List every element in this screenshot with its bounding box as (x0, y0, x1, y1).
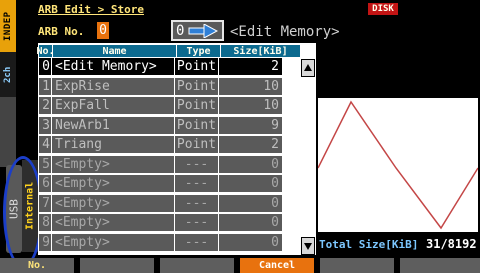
row-number: 3 (39, 116, 52, 134)
column-header-no: No. (36, 45, 55, 57)
target-slot-number: 0 (176, 22, 185, 39)
row-size: 0 (219, 194, 282, 212)
row-number: 8 (39, 214, 52, 231)
table-row[interactable]: 5 <Empty> --- 0 (39, 155, 304, 173)
row-name: ExpFall (52, 97, 175, 114)
target-slot-box: 0 (171, 20, 224, 41)
table-row[interactable]: 4 Triang Point 2 (39, 136, 304, 153)
table-row[interactable]: 7 <Empty> --- 0 (39, 194, 304, 212)
triangle-down-icon (304, 243, 312, 250)
row-size: 0 (219, 175, 282, 192)
softkey-2[interactable] (80, 258, 154, 273)
table-row[interactable]: 1 ExpRise Point 10 (39, 77, 304, 95)
row-size: 2 (219, 58, 282, 75)
row-type: Point (175, 116, 219, 134)
waveform-preview (317, 98, 479, 232)
row-name: <Empty> (52, 233, 175, 251)
softkey-3[interactable] (160, 258, 234, 273)
table-row[interactable]: 6 <Empty> --- 0 (39, 175, 304, 192)
row-number: 1 (39, 77, 52, 95)
row-name: <Empty> (52, 194, 175, 212)
triangle-up-icon (304, 64, 312, 71)
row-size: 0 (219, 155, 282, 173)
table-row[interactable]: 8 <Empty> --- 0 (39, 214, 304, 231)
row-number: 4 (39, 136, 52, 153)
row-number: 6 (39, 175, 52, 192)
arb-number-field[interactable]: 0 (97, 22, 109, 39)
row-size: 2 (219, 136, 282, 153)
triangle-waveform (317, 100, 479, 230)
table-row[interactable]: 0 <Edit Memory> Point 2 (39, 58, 304, 75)
scrollbar-thumb[interactable] (302, 78, 314, 254)
row-name: NewArb1 (52, 116, 175, 134)
tab-channel-2[interactable]: 2ch (0, 52, 16, 97)
row-name: <Edit Memory> (52, 58, 175, 75)
disk-badge: DISK (368, 3, 398, 15)
row-type: --- (175, 214, 219, 231)
breadcrumb: ARB Edit > Store (38, 3, 144, 16)
row-size: 10 (219, 77, 282, 95)
cancel-button[interactable]: Cancel (240, 258, 314, 273)
tab-indep[interactable]: INDEP (0, 0, 16, 52)
table-row[interactable]: 9 <Empty> --- 0 (39, 233, 304, 251)
total-size-label: Total Size[KiB] (319, 238, 419, 251)
row-name: <Empty> (52, 175, 175, 192)
row-type: Point (175, 58, 219, 75)
softkey-6[interactable] (400, 258, 480, 273)
row-size: 9 (219, 116, 282, 134)
row-type: Point (175, 77, 219, 95)
row-name: Triang (52, 136, 175, 153)
column-header-type: Type (177, 45, 220, 57)
softkey-1-no[interactable]: No. (0, 258, 74, 273)
arb-number-label: ARB No. (38, 25, 85, 38)
target-slot-name: <Edit Memory> (230, 24, 340, 40)
row-type: --- (175, 233, 219, 251)
row-type: --- (175, 155, 219, 173)
scroll-down-button[interactable] (301, 237, 315, 255)
row-name: <Empty> (52, 214, 175, 231)
scroll-up-button[interactable] (301, 59, 315, 77)
table-row[interactable]: 2 ExpFall Point 10 (39, 97, 304, 114)
column-header-name: Name (53, 45, 176, 57)
highlight-ring (3, 156, 43, 268)
row-name: <Empty> (52, 155, 175, 173)
row-type: --- (175, 175, 219, 192)
row-type: --- (175, 194, 219, 212)
total-size-value: 31/8192 (426, 237, 477, 251)
row-number: 0 (39, 58, 52, 75)
row-size: 0 (219, 233, 282, 251)
row-number: 5 (39, 155, 52, 173)
row-name: ExpRise (52, 77, 175, 95)
table-row[interactable]: 3 NewArb1 Point 9 (39, 116, 304, 134)
row-number: 2 (39, 97, 52, 114)
row-size: 10 (219, 97, 282, 114)
arrow-right-icon (188, 23, 219, 38)
softkey-5[interactable] (320, 258, 394, 273)
row-number: 7 (39, 194, 52, 212)
side-spacer (0, 97, 16, 167)
row-type: Point (175, 136, 219, 153)
row-type: Point (175, 97, 219, 114)
column-header-size: Size[KiB] (221, 45, 300, 57)
row-size: 0 (219, 214, 282, 231)
row-number: 9 (39, 233, 52, 251)
